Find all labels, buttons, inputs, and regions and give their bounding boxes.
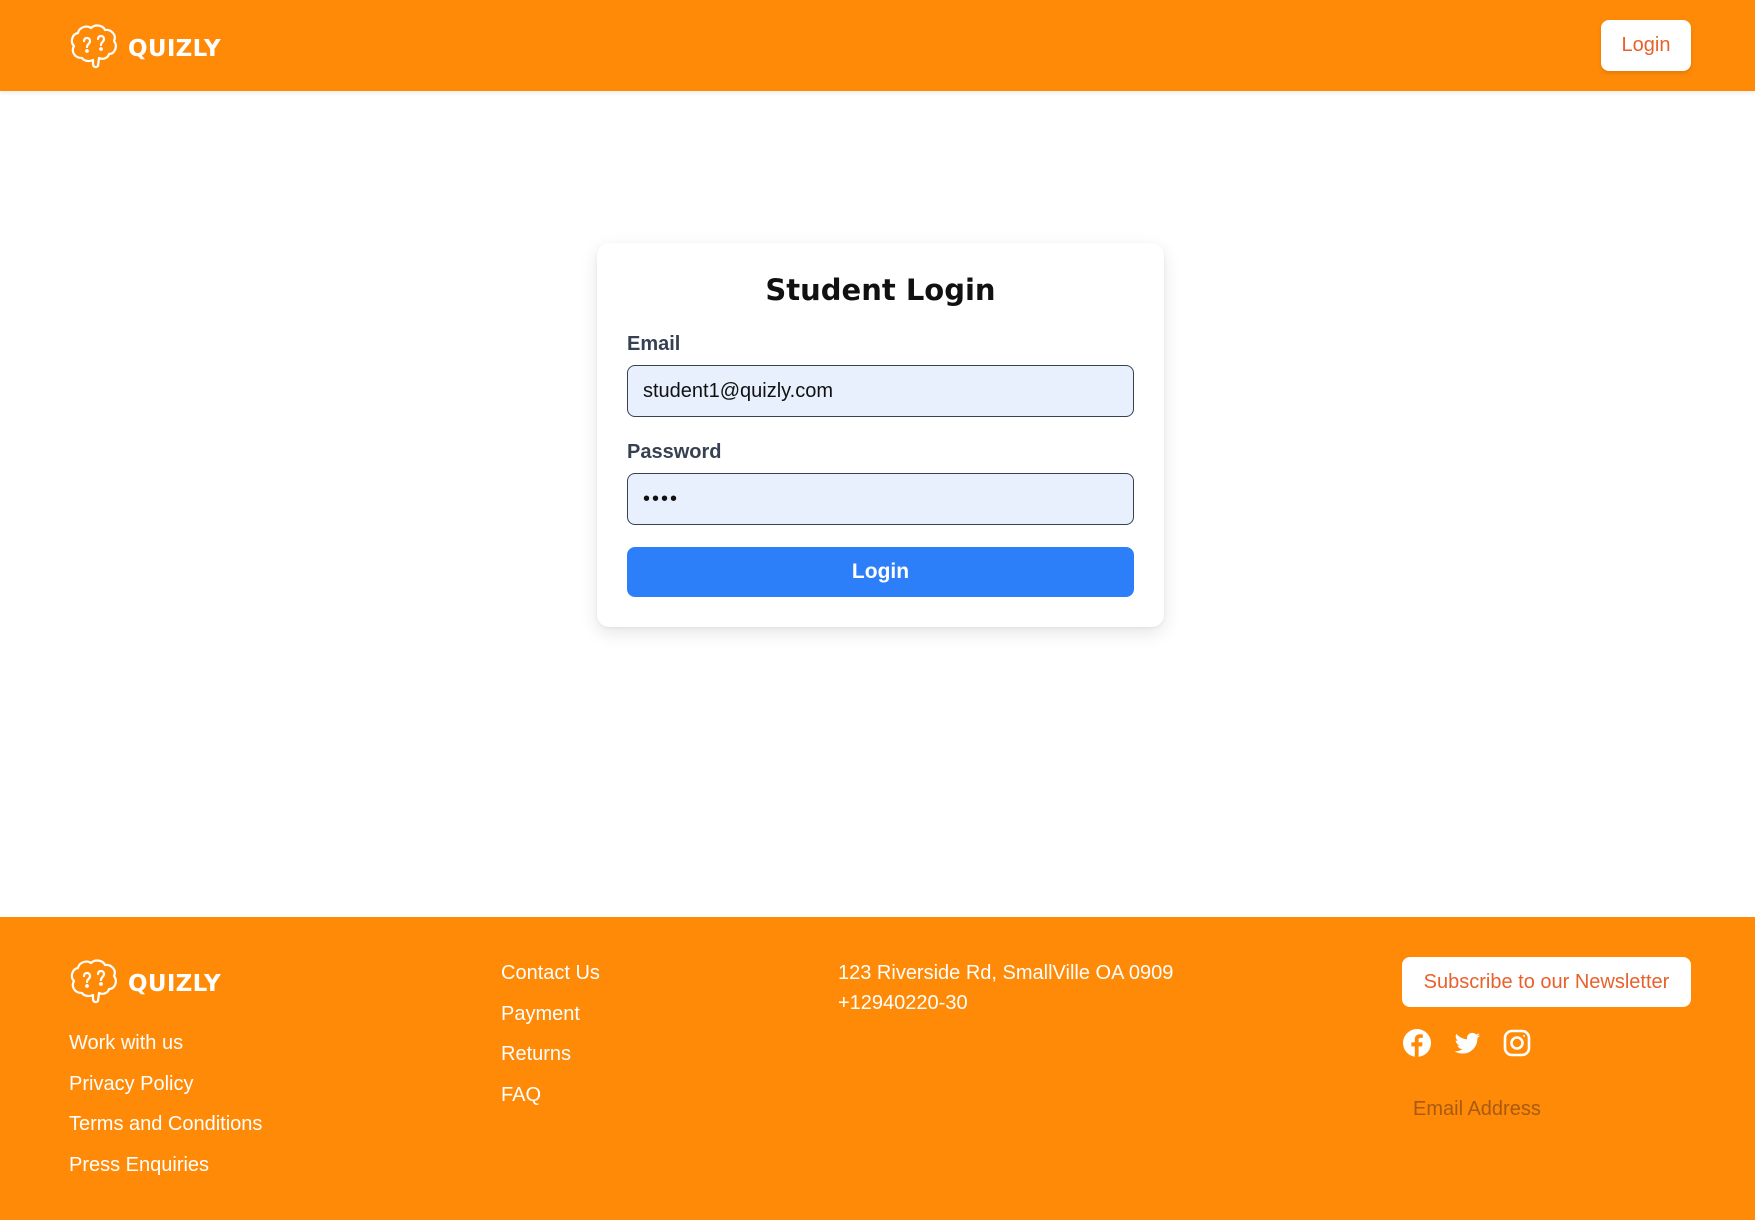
top-navbar: QUIZLY Login [0, 0, 1755, 91]
footer-phone: +12940220-30 [838, 992, 968, 1014]
footer-link-faq[interactable]: FAQ [501, 1084, 541, 1107]
login-title: Student Login [765, 273, 996, 307]
footer-link-privacy-policy[interactable]: Privacy Policy [69, 1073, 193, 1096]
footer-link-work-with-us[interactable]: Work with us [69, 1032, 183, 1055]
brain-question-icon [68, 957, 120, 1010]
login-card: Student Login Email Password Login [597, 243, 1164, 627]
brand-name: QUIZLY [128, 35, 221, 62]
header-login-button[interactable]: Login [1601, 20, 1691, 71]
footer-link-contact[interactable]: Contact Us [501, 962, 600, 985]
password-label: Password [627, 441, 722, 463]
footer-address: 123 Riverside Rd, SmallVille OA 0909 [838, 962, 1174, 984]
password-field[interactable] [627, 473, 1134, 525]
email-field[interactable] [627, 365, 1134, 417]
footer-link-press[interactable]: Press Enquiries [69, 1154, 209, 1177]
footer-link-returns[interactable]: Returns [501, 1043, 571, 1066]
login-submit-button[interactable]: Login [627, 547, 1134, 597]
brand-name: QUIZLY [128, 970, 221, 997]
facebook-icon[interactable] [1402, 1028, 1432, 1058]
twitter-icon[interactable] [1452, 1028, 1482, 1058]
instagram-icon[interactable] [1502, 1028, 1532, 1058]
footer-link-payment[interactable]: Payment [501, 1003, 580, 1026]
newsletter-email-input[interactable] [1402, 1089, 1691, 1129]
email-label: Email [627, 333, 681, 355]
footer-link-terms[interactable]: Terms and Conditions [69, 1113, 262, 1136]
footer: QUIZLY Work with us Privacy Policy Terms… [0, 917, 1755, 1220]
header-brand[interactable]: QUIZLY [68, 22, 221, 75]
footer-brand[interactable]: QUIZLY [68, 957, 221, 1010]
brain-question-icon [68, 22, 120, 75]
subscribe-newsletter-button[interactable]: Subscribe to our Newsletter [1402, 957, 1691, 1007]
